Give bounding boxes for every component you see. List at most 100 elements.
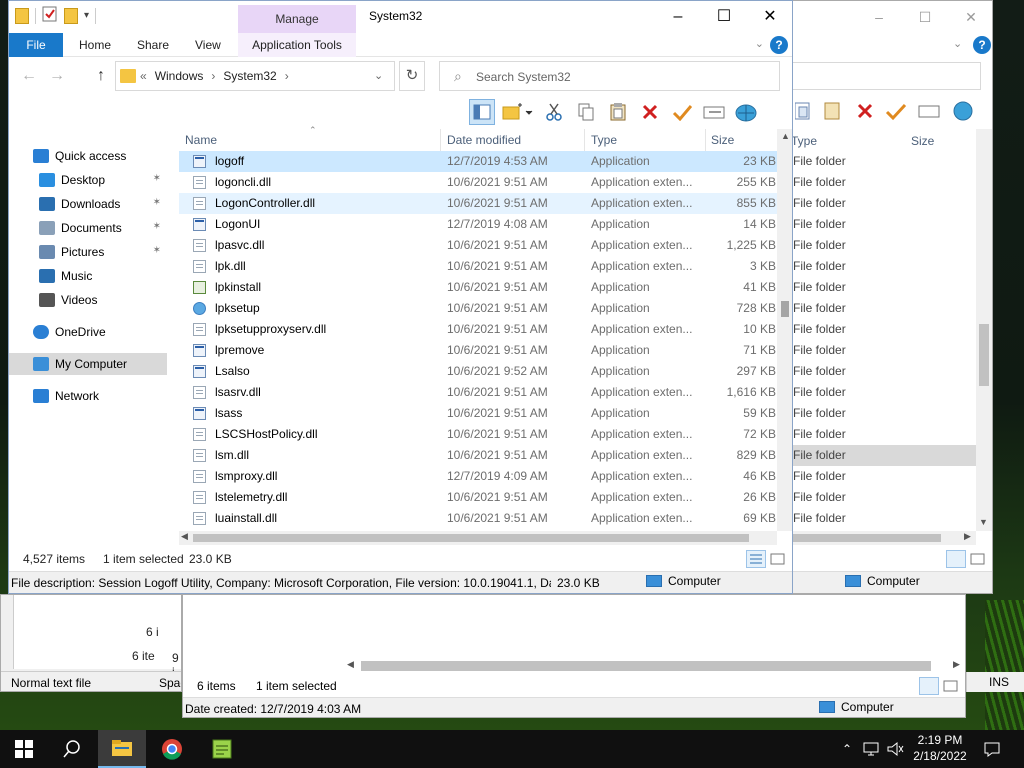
back-column-size[interactable]: Size [911, 134, 934, 148]
back-file-row[interactable]: File folder [791, 235, 976, 256]
back-file-row[interactable]: File folder [791, 193, 976, 214]
chevron-down-icon[interactable]: ⌄ [953, 37, 962, 50]
breadcrumb-overflow-icon[interactable]: « [140, 69, 147, 83]
column-type[interactable]: Type [591, 133, 617, 147]
tab-share[interactable]: Share [127, 33, 179, 57]
chrome-taskbar-button[interactable] [148, 730, 196, 768]
back-file-row[interactable]: File folder [791, 151, 976, 172]
file-row[interactable]: lsm.dll 10/6/2021 9:51 AM Application exte… [179, 445, 777, 466]
nav-item-my-computer[interactable]: My Computer [9, 353, 167, 375]
file-row[interactable]: lsass 10/6/2021 9:51 AM Application 59 KB [179, 403, 777, 424]
vscroll-thumb[interactable] [781, 301, 789, 317]
breadcrumb-windows[interactable]: Windows [155, 69, 204, 83]
details-view-icon[interactable] [946, 550, 966, 568]
back-toolbar-icons[interactable] [795, 99, 975, 123]
chevron-down-icon[interactable]: ⌄ [755, 37, 764, 50]
column-size[interactable]: Size [711, 133, 734, 147]
nav-item-network[interactable]: Network [9, 385, 167, 407]
network-tray-icon[interactable] [860, 730, 882, 768]
file-row[interactable]: Lsalso 10/6/2021 9:52 AM Application 297 KB [179, 361, 777, 382]
file-row[interactable]: LogonController.dll 10/6/2021 9:51 AM Appl… [179, 193, 777, 214]
file-row[interactable]: LSCSHostPolicy.dll 10/6/2021 9:51 AM Appli… [179, 424, 777, 445]
maximize-icon[interactable]: ☐ [915, 7, 935, 27]
scroll-up-icon[interactable]: ▲ [781, 131, 790, 141]
hscroll-thumb[interactable] [193, 534, 749, 542]
back-column-type[interactable]: Type [791, 134, 817, 148]
back-explorer-window-2[interactable]: ◀ ▶ 6 items 1 item selected Date created… [182, 594, 966, 718]
shell-icon[interactable] [733, 99, 759, 125]
file-row[interactable]: lsasrv.dll 10/6/2021 9:51 AM Application e… [179, 382, 777, 403]
nav-item-onedrive[interactable]: OneDrive [9, 321, 167, 343]
back-hscroll-thumb[interactable] [791, 534, 941, 542]
nav-item-downloads[interactable]: Downloads ✶ [9, 193, 167, 215]
large-icons-view-icon[interactable] [768, 550, 788, 568]
file-list-vscroll[interactable]: ▲ [777, 129, 792, 531]
help-icon[interactable]: ? [770, 36, 788, 54]
file-row[interactable]: lsmproxy.dll 12/7/2019 4:09 AM Application… [179, 466, 777, 487]
file-row[interactable]: lpremove 10/6/2021 9:51 AM Application 71 K… [179, 340, 777, 361]
back-file-row[interactable]: File folder [791, 214, 976, 235]
back-file-row[interactable]: File folder [791, 277, 976, 298]
back-window-search-box[interactable] [781, 62, 981, 90]
scroll-down-icon[interactable]: ▼ [979, 517, 988, 527]
volume-tray-icon[interactable] [884, 730, 906, 768]
nav-item-videos[interactable]: Videos [9, 289, 167, 311]
back-notepad-window[interactable]: 6 i 6 ite 9 i Normal text file Spac [0, 594, 182, 692]
breadcrumb-system32[interactable]: System32 [223, 69, 276, 83]
scroll-right-icon[interactable]: ▶ [953, 659, 960, 670]
back2-hscroll-thumb[interactable] [361, 661, 931, 671]
nav-item-music[interactable]: Music [9, 265, 167, 287]
back-file-row[interactable]: File folder [791, 445, 976, 466]
minimize-icon[interactable]: – [655, 5, 701, 29]
show-hidden-icons-chevron-icon[interactable]: ⌃ [838, 730, 856, 768]
column-divider[interactable] [705, 129, 706, 151]
back-vscroll-thumb[interactable] [979, 324, 989, 386]
nav-item-pictures[interactable]: Pictures ✶ [9, 241, 167, 263]
details-view-icon[interactable] [919, 677, 939, 695]
paste-icon[interactable] [605, 99, 631, 125]
pin-icon[interactable]: ✶ [153, 197, 161, 208]
scroll-left-icon[interactable]: ◀ [347, 659, 354, 670]
column-divider[interactable] [584, 129, 585, 151]
notepad-plus-taskbar-button[interactable] [198, 730, 246, 768]
file-row[interactable]: lpksetupproxyserv.dll 10/6/2021 9:51 AM Ap… [179, 319, 777, 340]
forward-arrow-icon[interactable]: → [47, 66, 67, 86]
back-file-row[interactable]: File folder [791, 319, 976, 340]
back2-hscroll[interactable]: ◀ ▶ [345, 659, 965, 673]
folder-icon[interactable] [15, 7, 29, 24]
scroll-left-icon[interactable]: ◀ [181, 531, 188, 542]
close-icon[interactable]: ✕ [961, 7, 981, 27]
pin-icon[interactable]: ✶ [153, 173, 161, 184]
search-box[interactable]: ⌕ [439, 61, 780, 91]
help-icon[interactable]: ? [973, 36, 991, 54]
large-icons-view-icon[interactable] [941, 677, 961, 695]
column-divider[interactable] [440, 129, 441, 151]
file-row[interactable]: lpk.dll 10/6/2021 9:51 AM Application exte… [179, 256, 777, 277]
breadcrumb-chevron-icon[interactable]: › [211, 69, 215, 83]
minimize-icon[interactable]: – [869, 7, 889, 27]
notifications-icon[interactable] [978, 730, 1006, 768]
back-file-row[interactable]: File folder [791, 340, 976, 361]
new-folder-dropdown-icon[interactable] [501, 99, 535, 125]
search-input[interactable] [476, 68, 766, 86]
scroll-right-icon[interactable]: ▶ [964, 531, 971, 542]
customize-dropdown-icon[interactable]: ▾ [84, 10, 89, 21]
refresh-icon[interactable]: ↻ [399, 61, 425, 91]
column-name[interactable]: Name [185, 133, 217, 147]
back-file-row[interactable]: File folder [791, 298, 976, 319]
pin-icon[interactable]: ✶ [153, 221, 161, 232]
close-icon[interactable]: ✕ [747, 5, 792, 29]
large-icons-view-icon[interactable] [968, 550, 988, 568]
back-window-vscroll[interactable]: ▼ [976, 129, 992, 531]
start-button[interactable] [0, 730, 48, 768]
breadcrumb-chevron-icon[interactable]: › [285, 69, 289, 83]
sort-ascending-icon[interactable]: ⌃ [309, 125, 317, 136]
back-file-row[interactable]: File folder [791, 403, 976, 424]
tab-file[interactable]: File [9, 33, 63, 57]
back-file-row[interactable]: File folder [791, 361, 976, 382]
column-date-modified[interactable]: Date modified [447, 133, 521, 147]
checkmark-icon[interactable] [669, 99, 695, 125]
file-row[interactable]: lstelemetry.dll 10/6/2021 9:51 AM Applicat… [179, 487, 777, 508]
address-box[interactable]: « Windows › System32 › ⌄ [115, 61, 395, 91]
back-file-row[interactable]: File folder [791, 508, 976, 529]
